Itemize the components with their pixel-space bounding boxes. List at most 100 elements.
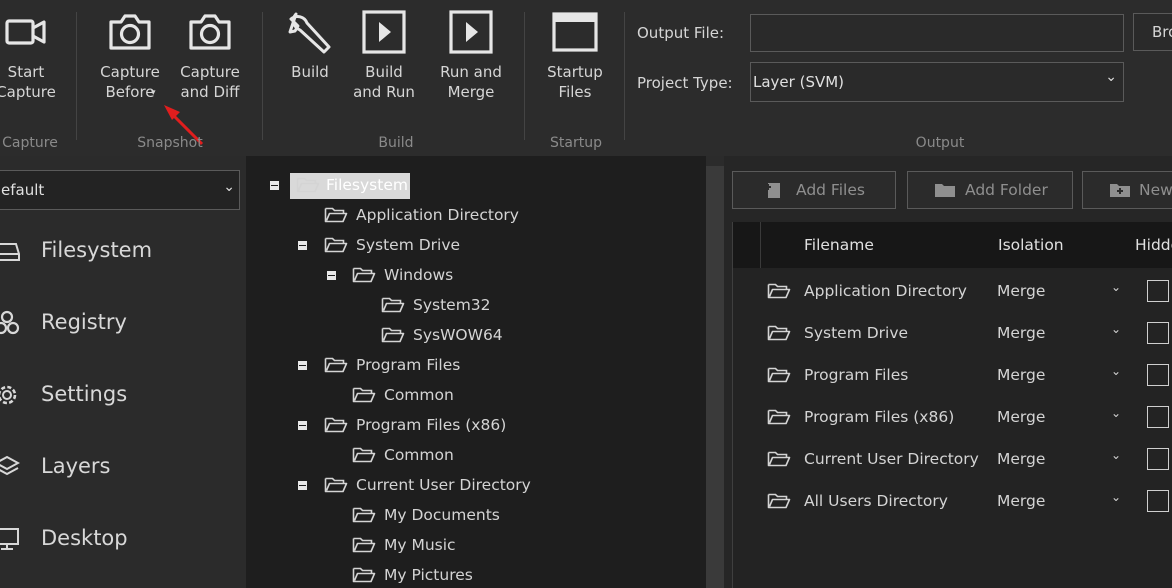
chevron-down-icon: ⌄ (223, 179, 235, 195)
tree-node-selected[interactable]: Filesystem (290, 173, 410, 199)
ribbon-separator (624, 12, 625, 140)
tree-node-label: Common (384, 446, 454, 464)
folder-icon (324, 476, 348, 494)
folder-icon (296, 176, 320, 194)
run-and-merge-button[interactable]: Run and Merge (432, 8, 510, 102)
new-folder-icon (1110, 184, 1130, 197)
row-isolation-select[interactable]: Merge (997, 282, 1045, 300)
hidden-checkbox[interactable] (1147, 448, 1169, 470)
tree-node-label: My Pictures (384, 566, 473, 584)
column-header-isolation[interactable]: Isolation (998, 236, 1064, 254)
project-type-value: Layer (SVM) (753, 73, 845, 91)
build-label: Build (291, 63, 329, 81)
table-row[interactable]: All Users Directory Merge ⌄ (733, 480, 1172, 522)
sidebar-item-settings[interactable]: Settings (0, 376, 246, 416)
column-header-filename[interactable]: Filename (804, 236, 874, 254)
collapse-icon[interactable] (327, 271, 336, 280)
collapse-icon[interactable] (298, 421, 307, 430)
tree-node[interactable]: Program Files (298, 353, 598, 379)
build-button[interactable]: Build (280, 8, 340, 82)
tree-node[interactable]: Common (352, 443, 552, 469)
browse-button[interactable]: Bro (1133, 13, 1172, 51)
tree-node[interactable]: SysWOW64 (381, 323, 581, 349)
registry-icon (0, 310, 20, 335)
row-isolation-select[interactable]: Merge (997, 450, 1045, 468)
folder-icon (767, 282, 791, 300)
add-folder-icon (935, 184, 955, 197)
tree-node[interactable]: Application Directory (324, 203, 624, 229)
sidebar-item-desktop[interactable]: Desktop (0, 520, 246, 560)
add-files-button[interactable]: Add Files (732, 171, 896, 209)
capture-before-button[interactable]: Capture Before (90, 8, 170, 102)
run-and-merge-label: Run and Merge (440, 63, 502, 101)
tree-node-label: Windows (384, 266, 454, 284)
hidden-checkbox[interactable] (1147, 406, 1169, 428)
capture-before-dropdown-icon[interactable]: ▾ (151, 88, 156, 98)
row-isolation-select[interactable]: Merge (997, 366, 1045, 384)
startup-files-button[interactable]: Startup Files (540, 8, 610, 102)
start-capture-label: Start Capture (0, 63, 56, 101)
table-row[interactable]: System Drive Merge ⌄ (733, 312, 1172, 354)
capture-and-diff-label: Capture and Diff (180, 63, 240, 101)
table-row[interactable]: Program Files (x86) Merge ⌄ (733, 396, 1172, 438)
collapse-icon[interactable] (298, 241, 307, 250)
chevron-down-icon[interactable]: ⌄ (1111, 448, 1121, 462)
tree-node[interactable]: System32 (381, 293, 581, 319)
tree-node[interactable]: Program Files (x86) (298, 413, 598, 439)
project-type-select[interactable]: Layer (SVM) ⌄ (750, 62, 1124, 102)
folder-icon (767, 324, 791, 342)
column-header-hidden[interactable]: Hidde (1135, 236, 1172, 254)
collapse-icon[interactable] (270, 181, 279, 190)
hidden-checkbox[interactable] (1147, 364, 1169, 386)
chevron-down-icon[interactable]: ⌄ (1111, 490, 1121, 504)
chevron-down-icon[interactable]: ⌄ (1111, 322, 1121, 336)
chevron-down-icon[interactable]: ⌄ (1111, 364, 1121, 378)
row-isolation-select[interactable]: Merge (997, 408, 1045, 426)
start-capture-button[interactable]: Start Capture (0, 8, 66, 102)
folder-icon (352, 266, 376, 284)
profile-dropdown[interactable]: efault ⌄ (0, 170, 240, 210)
folder-icon (352, 446, 376, 464)
capture-and-diff-button[interactable]: Capture and Diff (172, 8, 248, 102)
chevron-down-icon[interactable]: ⌄ (1111, 280, 1121, 294)
row-isolation-select[interactable]: Merge (997, 324, 1045, 342)
play-icon (447, 8, 495, 56)
folder-icon (324, 356, 348, 374)
hidden-checkbox[interactable] (1147, 322, 1169, 344)
tree-node[interactable]: System Drive (298, 233, 598, 259)
hidden-checkbox[interactable] (1147, 490, 1169, 512)
monitor-icon (0, 528, 19, 550)
add-folder-button[interactable]: Add Folder (907, 171, 1073, 209)
row-isolation-select[interactable]: Merge (997, 492, 1045, 510)
folder-icon (352, 386, 376, 404)
select-all-cell[interactable] (733, 222, 761, 268)
chevron-down-icon[interactable]: ⌄ (1111, 406, 1121, 420)
tree-node[interactable]: My Documents (352, 503, 572, 529)
startup-files-label: Startup Files (547, 63, 603, 101)
collapse-icon[interactable] (298, 481, 307, 490)
tree-node[interactable]: Windows (327, 263, 627, 289)
wrench-icon (288, 12, 331, 54)
output-file-input[interactable] (750, 14, 1124, 52)
tree-node[interactable]: Common (352, 383, 552, 409)
row-filename: Program Files (804, 366, 909, 384)
sidebar-item-layers[interactable]: Layers (0, 448, 246, 488)
tree-node[interactable]: My Pictures (352, 563, 572, 588)
folder-icon (324, 236, 348, 254)
play-icon (360, 8, 408, 56)
hidden-checkbox[interactable] (1147, 280, 1169, 302)
sidebar-item-label: Filesystem (41, 238, 153, 262)
tree-node[interactable]: Current User Directory (298, 473, 598, 499)
folder-icon (767, 492, 791, 510)
table-row[interactable]: Program Files Merge ⌄ (733, 354, 1172, 396)
table-row[interactable]: Current User Directory Merge ⌄ (733, 438, 1172, 480)
tree-node[interactable]: My Music (352, 533, 572, 559)
browse-label: Bro (1152, 23, 1172, 41)
tree-scrollbar[interactable] (706, 166, 724, 588)
collapse-icon[interactable] (298, 361, 307, 370)
table-row[interactable]: Application Directory Merge ⌄ (733, 270, 1172, 312)
build-and-run-button[interactable]: Build and Run (350, 8, 418, 102)
new-folder-button[interactable]: New (1082, 171, 1172, 209)
sidebar-item-registry[interactable]: Registry (0, 304, 246, 344)
sidebar-item-filesystem[interactable]: Filesystem (0, 232, 246, 272)
